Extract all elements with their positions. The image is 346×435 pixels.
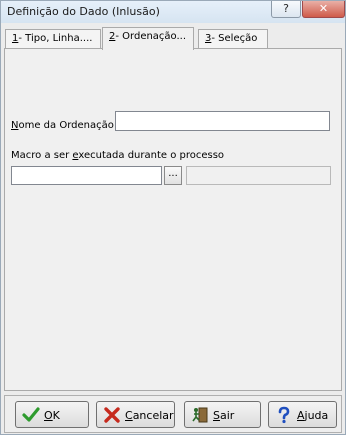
tab-ordenacao[interactable]: 2- Ordenação... bbox=[102, 27, 194, 50]
ordenacao-name-label: Nome da Ordenação bbox=[11, 120, 114, 131]
tab-panel-ordenacao: Nome da Ordenação Macro a ser executada … bbox=[4, 48, 342, 391]
ok-button-label: OK bbox=[44, 409, 60, 422]
macro-browse-button[interactable]: ... bbox=[164, 166, 182, 185]
ordenacao-name-input[interactable] bbox=[115, 111, 330, 131]
exit-button-label: Sair bbox=[213, 409, 235, 422]
button-bar: OK Cancelar Sair Ajuda bbox=[4, 395, 342, 433]
help-button-label: Ajuda bbox=[297, 409, 329, 422]
help-button[interactable]: Ajuda bbox=[268, 401, 337, 428]
window-title: Definição do Dado (Inlusão) bbox=[7, 5, 160, 18]
ok-button[interactable]: OK bbox=[15, 401, 89, 428]
tab-selecao[interactable]: 3- Seleção bbox=[198, 29, 268, 49]
exit-button[interactable]: Sair bbox=[184, 401, 261, 428]
check-icon bbox=[22, 407, 40, 422]
tab-tipo-linha[interactable]: 1- Tipo, Linha.... bbox=[5, 29, 101, 49]
help-title-button[interactable]: ? bbox=[271, 1, 301, 18]
macro-input[interactable] bbox=[11, 166, 162, 185]
title-bar: Definição do Dado (Inlusão) ? ✕ bbox=[1, 1, 345, 23]
cross-icon bbox=[104, 407, 120, 423]
question-mark-icon bbox=[278, 406, 290, 424]
macro-display-field bbox=[186, 166, 331, 185]
dialog-window: Definição do Dado (Inlusão) ? ✕ 1- Tipo,… bbox=[0, 0, 346, 435]
exit-door-icon bbox=[192, 407, 208, 423]
close-button[interactable]: ✕ bbox=[302, 1, 345, 18]
cancel-button-label: Cancelar bbox=[125, 409, 174, 422]
macro-label: Macro a ser executada durante o processo bbox=[11, 150, 225, 161]
cancel-button[interactable]: Cancelar bbox=[96, 401, 175, 428]
